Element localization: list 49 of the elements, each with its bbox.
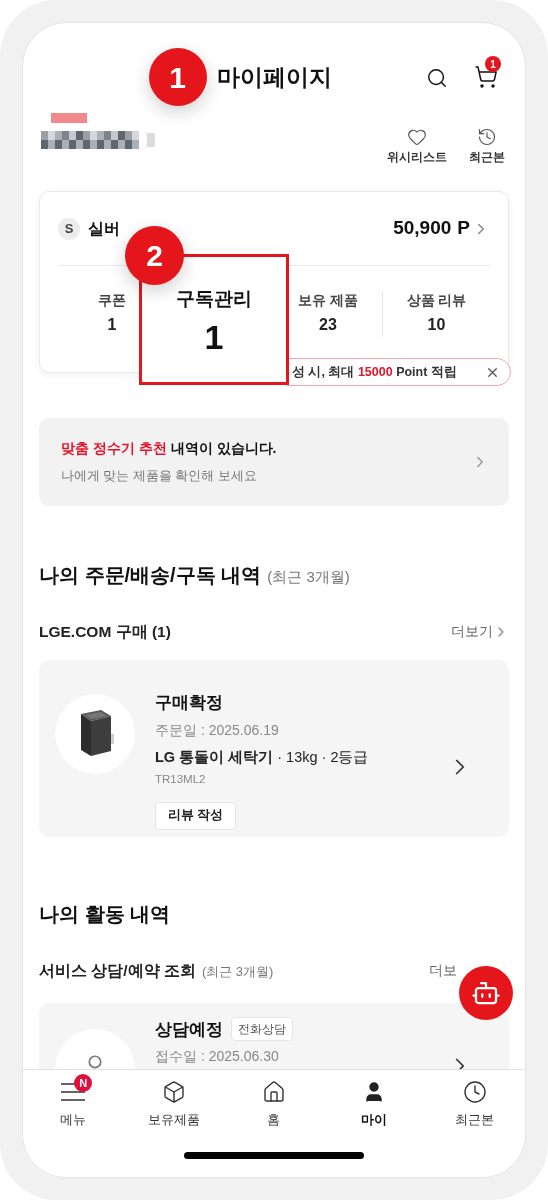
order-card[interactable]: 구매확정 주문일 : 2025.06.19 LG 통돌이 세탁기 · 13kg · 2등급 TR13ML2 리뷰 작성 [39, 660, 509, 838]
tooltip-text: 성 시, 최대 15000 Point 적립 [292, 363, 457, 381]
cart-badge: 1 [485, 56, 501, 72]
search-icon[interactable] [426, 67, 448, 89]
subsection-title: LGE.COM 구매 (1) [39, 622, 171, 642]
clock-icon [462, 1080, 487, 1104]
callout-value: 1 [204, 319, 224, 354]
nav-tab[interactable]: 마이 [324, 1072, 425, 1141]
new-badge: N [74, 1074, 93, 1092]
model-number: TR13ML2 [155, 771, 207, 787]
consultation-card[interactable]: 상담예정 전화상담 접수일 : 2025.06.30 [39, 1002, 509, 1069]
nav-tab[interactable]: 홈 [223, 1072, 325, 1141]
points-link[interactable]: 50,900 P [393, 214, 490, 243]
grade-badge: S [58, 217, 80, 240]
home-icon [262, 1080, 286, 1104]
banner-title: 맞춤 정수기 추천 내역이 있습니다. [61, 439, 277, 459]
chatbot-button[interactable] [459, 966, 513, 1020]
consultation-date: 접수일 : 2025.06.30 [155, 1047, 280, 1066]
stat-item[interactable]: 보유 제품 23 [298, 290, 358, 338]
period-note: (최근 3개월) [201, 963, 274, 982]
consultation-status: 상담예정 [155, 1018, 223, 1041]
period-note: (최근 3개월) [267, 567, 350, 587]
subsection-title: 서비스 상담/예약 조회 [39, 961, 196, 982]
step-marker: 1 [148, 48, 207, 106]
heart-icon [407, 127, 427, 147]
grade-label[interactable]: 실버 [88, 216, 120, 241]
recent-link[interactable]: 최근본 [469, 127, 505, 167]
stat-item[interactable]: 쿠폰 1 [98, 290, 126, 338]
wishlist-link[interactable]: 위시리스트 [387, 127, 447, 167]
history-icon [477, 127, 497, 147]
more-link[interactable]: 더보 [429, 960, 457, 982]
order-status: 구매확정 [155, 692, 224, 715]
stat-item[interactable]: 상품 리뷰 10 [406, 290, 467, 338]
order-date: 주문일 : 2025.06.19 [155, 720, 280, 740]
cube-icon [161, 1080, 186, 1104]
nav-tab[interactable]: 보유제품 [123, 1072, 224, 1141]
callout-label: 구독관리 [176, 287, 252, 312]
section-title: 나의 활동 내역 [39, 902, 172, 928]
nav-tab[interactable]: 최근본 [424, 1072, 525, 1141]
banner-subtitle: 나에게 맞는 제품을 확인해 보세요 [61, 468, 258, 486]
nav-tab[interactable]: N 메뉴 [23, 1072, 124, 1141]
page-title: 마이페이지 [216, 62, 332, 92]
product-name: LG 통돌이 세탁기 · 13kg · 2등급 [155, 747, 370, 767]
review-button[interactable]: 리뷰 작성 [155, 801, 237, 830]
section-title: 나의 주문/배송/구독 내역 [39, 563, 262, 588]
recommendation-banner[interactable]: 맞춤 정수기 추천 내역이 있습니다. 나에게 맞는 제품을 확인해 보세요 [39, 418, 509, 506]
more-link[interactable]: 더보기 [451, 621, 509, 643]
consultation-tag: 전화상담 [231, 1017, 293, 1042]
menu-icon [60, 1081, 87, 1103]
